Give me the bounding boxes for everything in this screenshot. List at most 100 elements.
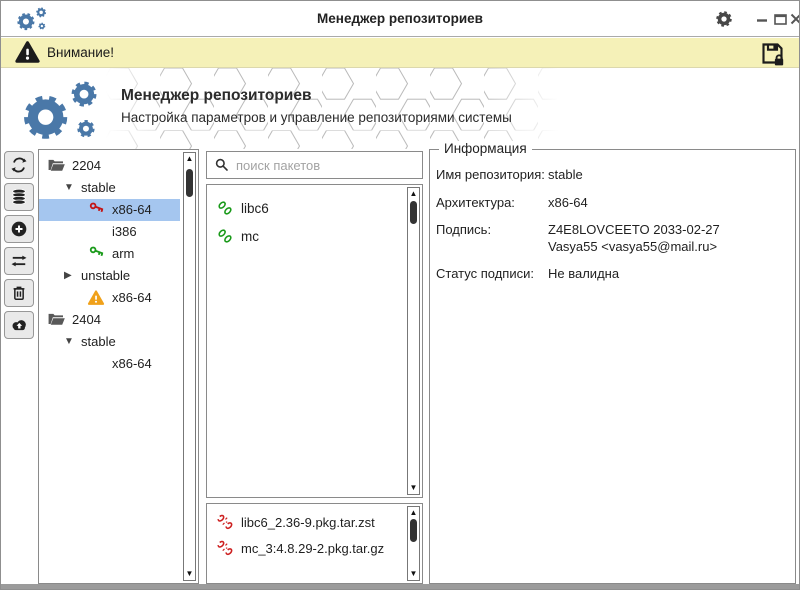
repository-tree: 2204 ▼ stable x86-64 i386 arm ▶ unstable x86-64 2…	[38, 149, 199, 584]
file-list: libc6_2.36-9.pkg.tar.zst mc_3:4.8.29-2.pk…	[206, 503, 423, 584]
tree-item-unstable[interactable]: ▶ unstable	[39, 265, 180, 287]
banner-text: Внимание!	[47, 45, 115, 60]
chain-linked-icon	[216, 227, 241, 245]
plus-circle-icon	[9, 219, 29, 239]
info-rows: Имя репозитория: stable Архитектура: x86-64…	[430, 150, 795, 283]
refresh-icon	[9, 155, 29, 175]
tree-item-x86-64[interactable]: x86-64	[39, 199, 180, 221]
tree-item-label: stable	[81, 180, 116, 195]
tree-item-label: x86-64	[112, 202, 152, 217]
trash-icon	[9, 283, 29, 303]
scroll-down-icon[interactable]: ▼	[408, 569, 419, 579]
tree-item-label: x86-64	[112, 356, 152, 371]
warning-banner: Внимание!	[1, 38, 799, 68]
warning-icon	[87, 289, 112, 307]
page-subtitle: Настройка параметров и управление репози…	[121, 110, 512, 125]
package-item[interactable]: libc6	[207, 194, 404, 222]
tree-item-label: stable	[81, 334, 116, 349]
warning-triangle-icon	[14, 39, 41, 66]
scroll-thumb[interactable]	[186, 169, 193, 197]
package-list: libc6 mc ▲ ▼	[206, 184, 423, 498]
info-field-value: Не валидна	[548, 266, 620, 281]
info-legend: Информация	[439, 141, 532, 156]
tree-item-label: unstable	[81, 268, 131, 283]
item-label: mc	[241, 228, 259, 244]
add-button[interactable]	[4, 215, 34, 243]
scroll-down-icon[interactable]: ▼	[184, 569, 195, 579]
item-label: mc_3:4.8.29-2.pkg.tar.gz	[241, 540, 385, 556]
settings-gear-icon[interactable]	[713, 8, 735, 30]
hexagon-pattern	[106, 68, 558, 149]
delete-button[interactable]	[4, 279, 34, 307]
tree-item-x86-64[interactable]: x86-64	[39, 353, 180, 375]
scroll-up-icon[interactable]: ▲	[408, 189, 419, 199]
title-bar: Менеджер репозиториев	[1, 1, 799, 37]
save-signature-button[interactable]	[759, 40, 786, 67]
tree-items: 2204 ▼ stable x86-64 i386 arm ▶ unstable x86-64 2…	[39, 150, 180, 583]
upload-button[interactable]	[4, 311, 34, 339]
search-input[interactable]	[236, 157, 422, 173]
app-window: Менеджер репозиториев Внимание! Менеджер…	[0, 0, 800, 590]
info-field-label: Архитектура:	[436, 194, 515, 210]
tree-item-label: x86-64	[112, 290, 152, 305]
info-field: Подпись: Z4E8LOVCEETO 2033-02-27 Vasya55 …	[436, 222, 785, 255]
tree-item-arm[interactable]: arm	[39, 243, 180, 265]
info-field-label: Имя репозитория:	[436, 167, 545, 182]
info-field-label: Статус подписи:	[436, 266, 534, 281]
database-button[interactable]	[4, 183, 34, 211]
tree-item-stable[interactable]: ▼ stable	[39, 177, 180, 199]
database-icon	[9, 187, 29, 207]
chain-broken-icon	[216, 513, 241, 531]
tree-item-label: i386	[112, 224, 137, 239]
info-field-value: x86-64	[548, 194, 588, 210]
item-label: libc6	[241, 200, 269, 216]
chain-linked-icon	[216, 199, 241, 217]
folder-open-icon	[47, 312, 72, 328]
file-item[interactable]: mc_3:4.8.29-2.pkg.tar.gz	[207, 535, 404, 561]
chevron-right-icon[interactable]: ▶	[64, 265, 81, 287]
tree-item-i386[interactable]: i386	[39, 221, 180, 243]
chain-broken-icon	[216, 539, 241, 557]
folder-open-icon	[47, 158, 72, 174]
scroll-up-icon[interactable]: ▲	[184, 154, 195, 164]
file-rows: libc6_2.36-9.pkg.tar.zst mc_3:4.8.29-2.pk…	[207, 504, 404, 583]
cloud-upload-icon	[9, 315, 29, 335]
chevron-down-icon[interactable]: ▼	[64, 331, 81, 353]
search-icon	[214, 157, 230, 173]
swap-arrows-icon	[9, 251, 29, 271]
tree-item-2204[interactable]: 2204	[39, 155, 180, 177]
file-scrollbar[interactable]: ▲ ▼	[407, 506, 420, 581]
window-bottom-border	[1, 584, 799, 589]
package-rows: libc6 mc	[207, 185, 404, 497]
scroll-down-icon[interactable]: ▼	[408, 483, 419, 493]
scroll-thumb[interactable]	[410, 201, 417, 224]
file-item[interactable]: libc6_2.36-9.pkg.tar.zst	[207, 509, 404, 535]
tree-item-x86-64[interactable]: x86-64	[39, 287, 180, 309]
package-scrollbar[interactable]: ▲ ▼	[407, 187, 420, 495]
chevron-down-icon[interactable]: ▼	[64, 177, 81, 199]
scroll-up-icon[interactable]: ▲	[408, 508, 419, 518]
info-field: Имя репозитория: stable	[436, 167, 785, 184]
close-button[interactable]	[785, 8, 799, 30]
window-title: Менеджер репозиториев	[317, 11, 483, 26]
tree-item-label: arm	[112, 246, 135, 261]
page-title: Менеджер репозиториев	[121, 87, 312, 104]
info-field-label: Подпись:	[436, 222, 492, 237]
sync-button[interactable]	[4, 247, 34, 275]
tree-item-label: 2404	[72, 312, 101, 327]
tree-item-stable[interactable]: ▼ stable	[39, 331, 180, 353]
key-red-icon	[87, 201, 112, 220]
info-field: Статус подписи: Не валидна	[436, 266, 785, 283]
tree-item-label: 2204	[72, 158, 101, 173]
info-field-value: stable	[548, 167, 583, 182]
info-field: Архитектура: x86-64	[436, 195, 785, 212]
refresh-button[interactable]	[4, 151, 34, 179]
tree-item-2404[interactable]: 2404	[39, 309, 180, 331]
info-panel: Информация Имя репозитория: stable Архитек…	[429, 141, 796, 584]
scroll-thumb[interactable]	[410, 519, 417, 542]
info-field-value: Z4E8LOVCEETO 2033-02-27 Vasya55 <vasya55…	[548, 222, 720, 254]
tree-scrollbar[interactable]: ▲ ▼	[183, 152, 196, 581]
app-gears-logo	[13, 73, 109, 146]
key-green-icon	[87, 245, 112, 264]
package-item[interactable]: mc	[207, 222, 404, 250]
